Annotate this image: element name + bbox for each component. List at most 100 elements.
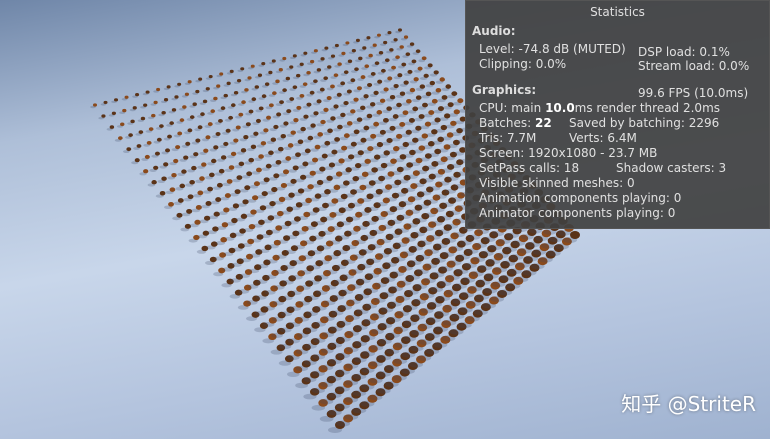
- creature: [431, 98, 438, 104]
- creature: [408, 118, 415, 123]
- creature: [334, 137, 341, 142]
- stats-title: Statistics: [590, 5, 645, 19]
- creature: [187, 194, 194, 200]
- creature: [260, 141, 267, 146]
- creature: [257, 73, 263, 77]
- creature: [268, 103, 274, 108]
- creature: [250, 64, 255, 68]
- creature: [351, 49, 356, 53]
- creature: [242, 199, 249, 205]
- creature: [130, 119, 135, 124]
- creature: [323, 76, 329, 81]
- creature: [285, 76, 291, 81]
- creature: [441, 95, 448, 100]
- creature: [383, 117, 389, 123]
- creature: [195, 89, 200, 94]
- creature: [363, 94, 369, 99]
- creature: [356, 86, 362, 91]
- creature: [405, 52, 411, 57]
- creature: [366, 36, 371, 40]
- creature: [220, 106, 226, 110]
- creature: [163, 98, 169, 102]
- creature: [439, 77, 445, 82]
- creature: [319, 87, 325, 92]
- creature: [256, 167, 262, 173]
- creature: [184, 92, 190, 96]
- creature: [326, 96, 332, 101]
- creature: [343, 70, 349, 75]
- creature: [238, 161, 245, 167]
- creature: [405, 129, 412, 135]
- creature: [444, 113, 451, 119]
- creature: [146, 140, 152, 145]
- creature: [191, 165, 197, 171]
- creature: [280, 182, 288, 188]
- creature: [241, 100, 246, 104]
- creature: [144, 154, 150, 159]
- creature: [229, 69, 234, 73]
- statistics-panel: Statistics Audio: Level: -74.8 dB (MUTED…: [465, 0, 770, 229]
- creature: [159, 191, 166, 196]
- creature: [154, 151, 160, 156]
- creature: [148, 127, 154, 131]
- creature: [451, 91, 458, 96]
- creature: [327, 128, 333, 133]
- creature: [330, 84, 335, 89]
- creature: [230, 103, 236, 107]
- creature: [223, 141, 229, 147]
- creature: [287, 143, 294, 148]
- creature: [333, 104, 339, 109]
- creature: [293, 118, 299, 123]
- creature: [415, 49, 421, 54]
- creature: [218, 119, 223, 123]
- creature: [232, 203, 240, 209]
- creature: [207, 122, 213, 127]
- creature: [143, 103, 148, 107]
- creature: [268, 70, 273, 75]
- creature: [297, 139, 304, 145]
- creature: [173, 158, 179, 164]
- creature: [136, 144, 142, 148]
- creature: [338, 158, 345, 164]
- creature: [268, 150, 274, 156]
- creature: [433, 70, 439, 75]
- creature: [403, 35, 409, 39]
- creature: [345, 41, 350, 45]
- creature: [290, 178, 297, 184]
- creature: [215, 131, 221, 137]
- creature: [369, 102, 376, 107]
- creature: [368, 53, 373, 58]
- creature: [275, 79, 280, 84]
- creature: [194, 219, 201, 225]
- fps: 99.6 FPS (10.0ms): [638, 86, 749, 100]
- creature: [389, 125, 396, 131]
- creature: [299, 62, 304, 66]
- creature: [343, 133, 350, 138]
- creature: [391, 65, 396, 70]
- creature: [316, 68, 322, 72]
- creature: [413, 77, 419, 82]
- creature: [271, 187, 278, 193]
- creature: [250, 144, 257, 149]
- creature: [179, 118, 185, 122]
- creature: [228, 165, 235, 170]
- creature: [255, 118, 261, 123]
- creature: [282, 88, 287, 93]
- creature: [186, 208, 193, 214]
- creature: [266, 115, 272, 120]
- creature: [111, 111, 116, 115]
- creature: [132, 106, 137, 110]
- creature: [245, 122, 251, 127]
- creature: [295, 152, 301, 158]
- creature: [336, 92, 342, 97]
- creature: [341, 145, 348, 151]
- creature: [114, 98, 119, 102]
- creature: [226, 81, 231, 86]
- creature: [118, 136, 123, 140]
- creature: [265, 163, 272, 169]
- creature: [93, 103, 97, 107]
- creature: [358, 56, 363, 61]
- creature: [167, 134, 172, 139]
- creature: [364, 64, 370, 69]
- creature: [302, 161, 309, 167]
